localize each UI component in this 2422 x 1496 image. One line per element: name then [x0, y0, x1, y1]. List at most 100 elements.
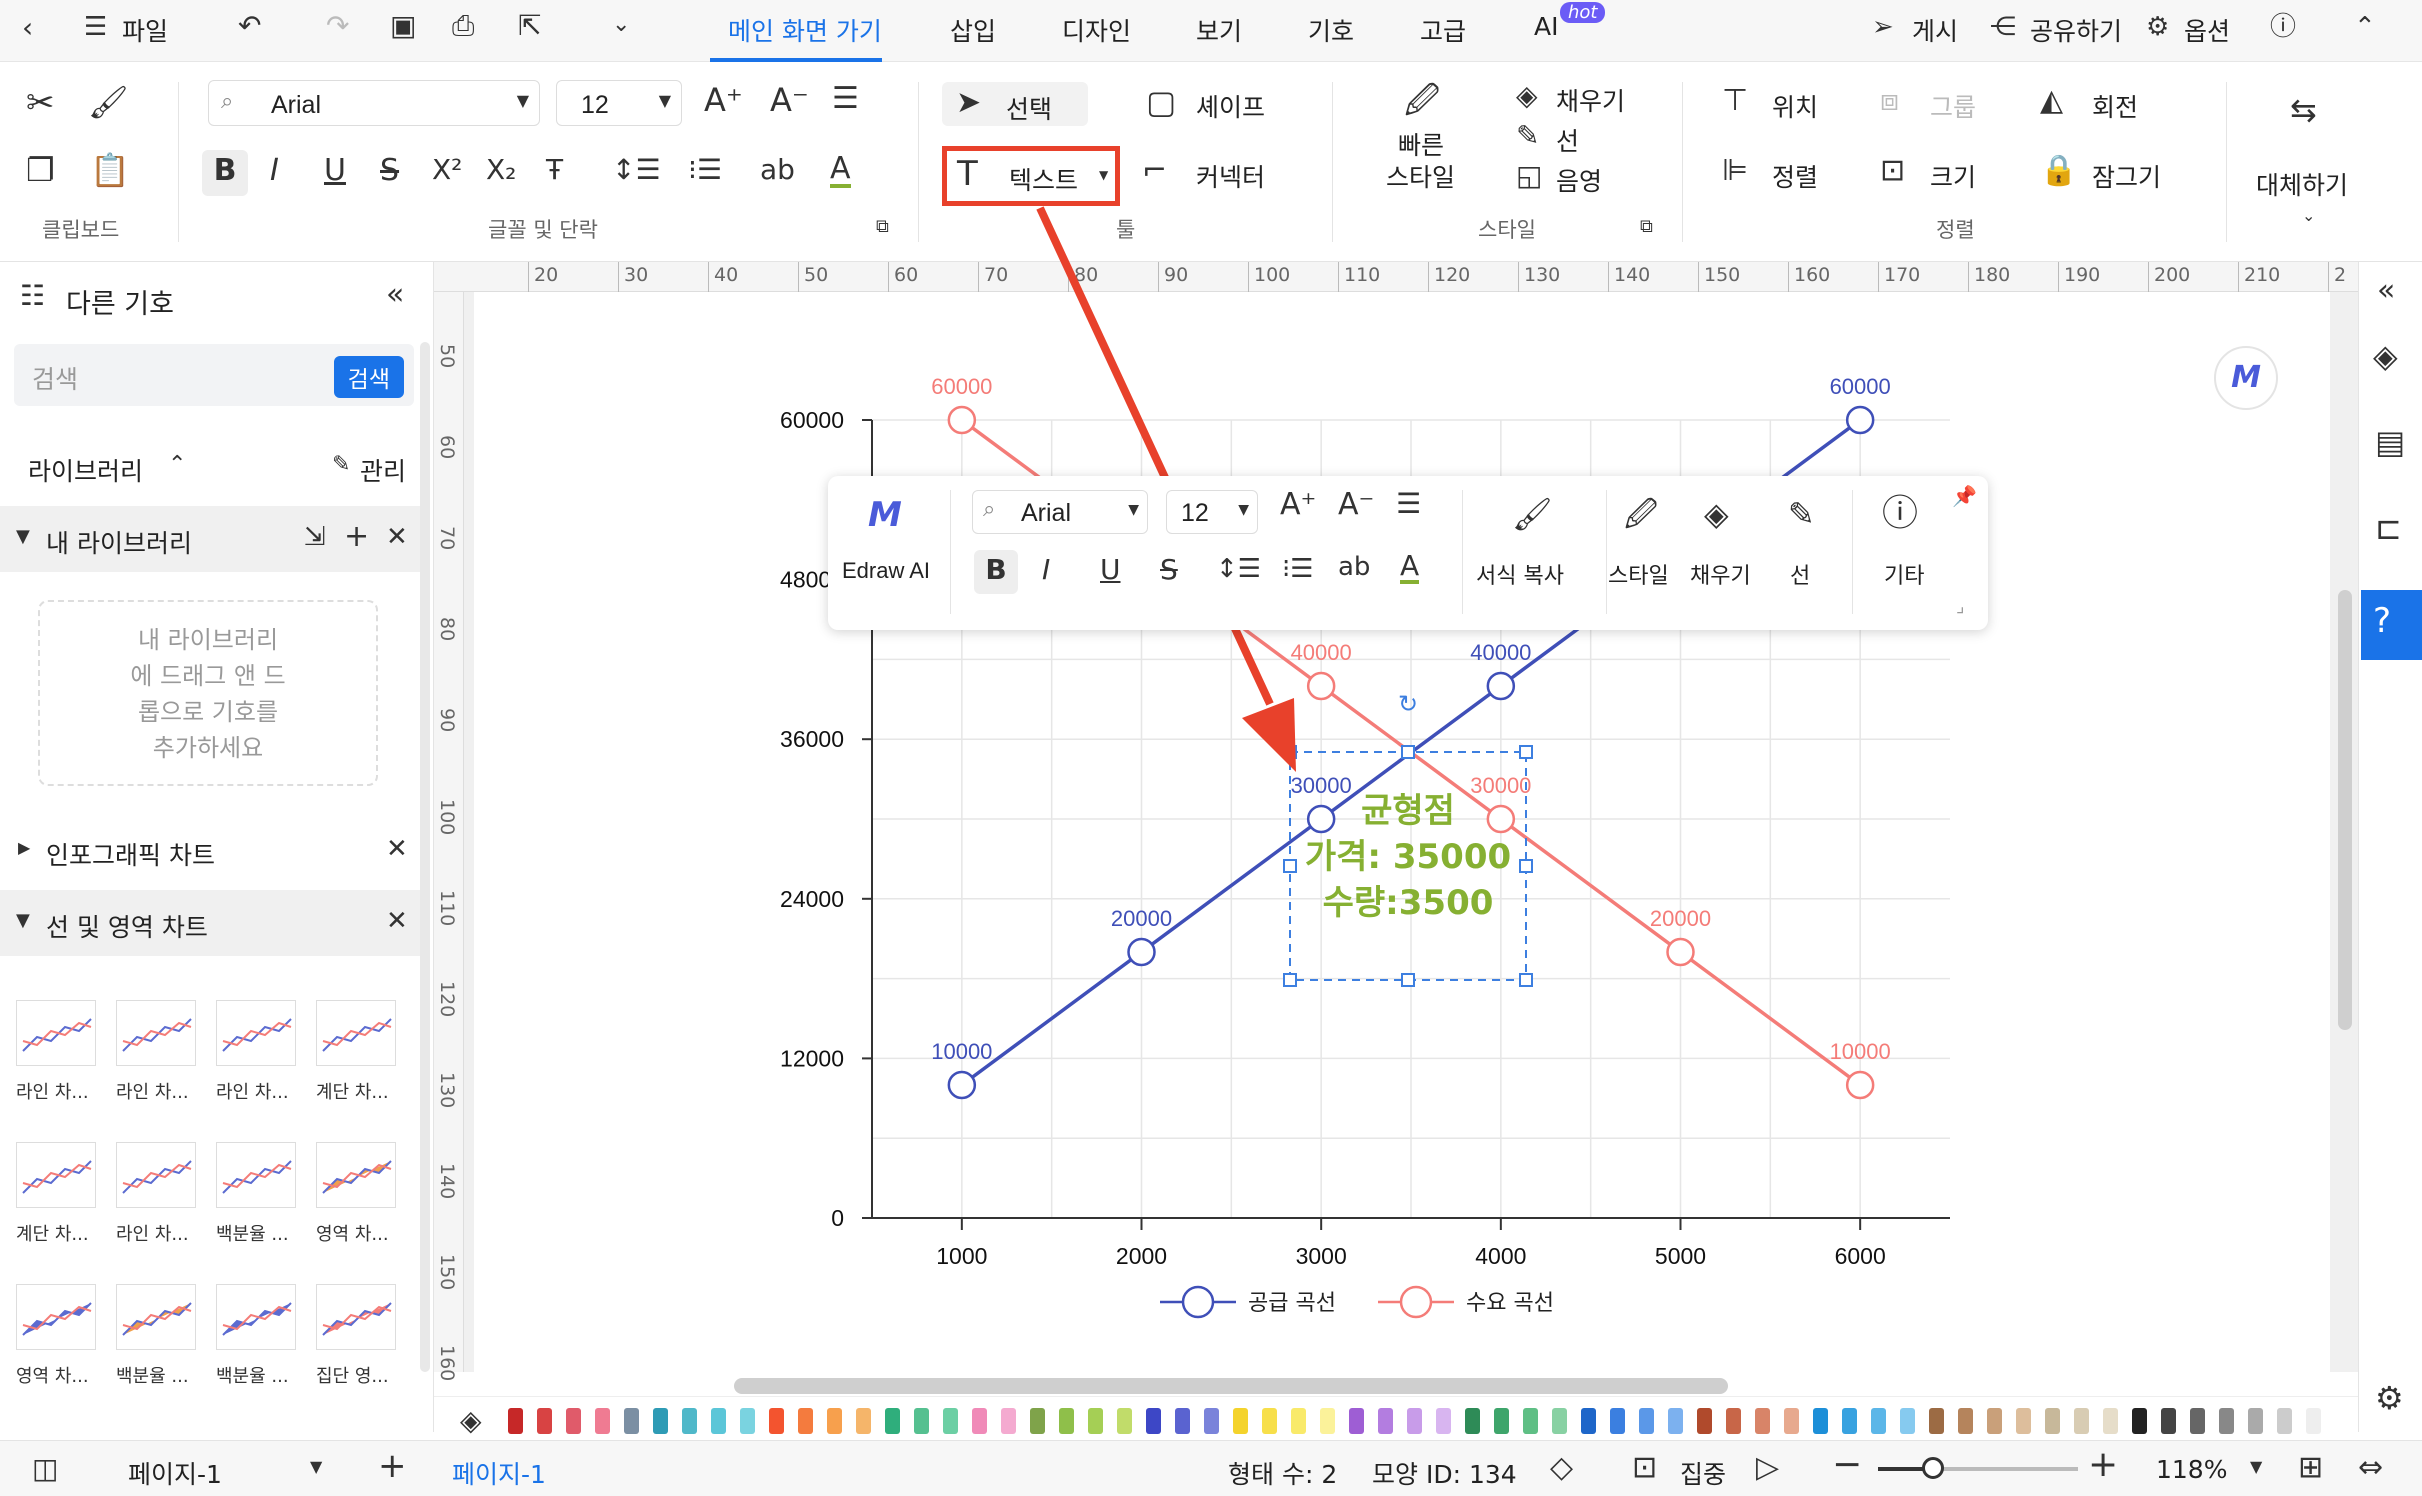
color-swatch[interactable]: [624, 1408, 639, 1434]
color-swatch[interactable]: [1117, 1408, 1132, 1434]
color-swatch[interactable]: [1987, 1408, 2002, 1434]
color-swatch[interactable]: [856, 1408, 871, 1434]
color-swatch[interactable]: [1755, 1408, 1770, 1434]
color-swatch[interactable]: [1204, 1408, 1219, 1434]
color-swatch[interactable]: [2219, 1408, 2234, 1434]
color-swatch[interactable]: [1697, 1408, 1712, 1434]
chevron-down-icon[interactable]: ▼: [310, 1459, 322, 1475]
bullet-list-icon[interactable]: ⁝☰: [1282, 556, 1314, 582]
color-swatch[interactable]: [1929, 1408, 1944, 1434]
color-swatch[interactable]: [682, 1408, 697, 1434]
ft-line[interactable]: 선: [1790, 558, 1810, 590]
vertical-scrollbar[interactable]: [2338, 590, 2352, 1030]
decrease-font-icon[interactable]: A⁻: [1338, 490, 1374, 520]
color-swatch[interactable]: [1871, 1408, 1886, 1434]
chart-thumbnail[interactable]: [116, 1142, 196, 1208]
presentation-icon[interactable]: ⊏: [2375, 512, 2402, 544]
increase-font-icon[interactable]: A⁺: [1280, 490, 1316, 520]
ft-size-select[interactable]: 12 ▼: [1166, 490, 1258, 534]
color-swatch[interactable]: [2248, 1408, 2263, 1434]
color-swatch[interactable]: [1349, 1408, 1364, 1434]
fit-icon[interactable]: ⊡: [1632, 1453, 1657, 1483]
color-swatch[interactable]: [1088, 1408, 1103, 1434]
color-swatch[interactable]: [1465, 1408, 1480, 1434]
ft-style[interactable]: 스타일: [1608, 558, 1669, 590]
chart-thumbnail[interactable]: [16, 1142, 96, 1208]
focus-button[interactable]: 집중: [1680, 1455, 1726, 1491]
color-swatch[interactable]: [1552, 1408, 1567, 1434]
play-icon[interactable]: ▷: [1756, 1453, 1779, 1483]
font-color-icon[interactable]: A: [1400, 552, 1420, 584]
add-page-icon[interactable]: +: [378, 1449, 407, 1483]
textbox-line2[interactable]: 가격: 35000: [1305, 837, 1511, 877]
chevron-down-icon[interactable]: ▼: [2250, 1459, 2262, 1475]
color-swatch[interactable]: [1001, 1408, 1016, 1434]
color-swatch[interactable]: [1233, 1408, 1248, 1434]
chart-thumbnail[interactable]: [116, 1000, 196, 1066]
color-swatch[interactable]: [537, 1408, 552, 1434]
chart-thumbnail[interactable]: [216, 1284, 296, 1350]
chart-thumbnail[interactable]: [316, 1000, 396, 1066]
color-swatch[interactable]: [1958, 1408, 1973, 1434]
align-icon[interactable]: ☰: [1396, 490, 1421, 518]
color-swatch[interactable]: [827, 1408, 842, 1434]
underline-icon[interactable]: U: [1100, 556, 1121, 584]
color-swatch[interactable]: [2103, 1408, 2118, 1434]
ft-font-select[interactable]: ⌕ Arial ▼: [972, 490, 1148, 534]
text-highlight-icon[interactable]: ab: [1338, 554, 1370, 580]
color-swatch[interactable]: [653, 1408, 668, 1434]
pin-icon[interactable]: 📌: [1952, 486, 1977, 506]
color-swatch[interactable]: [2190, 1408, 2205, 1434]
page-layout-icon[interactable]: ◫: [32, 1455, 58, 1483]
ft-fill[interactable]: 채우기: [1690, 558, 1751, 590]
settings-icon[interactable]: ⚙: [2375, 1382, 2404, 1414]
chart-thumbnail[interactable]: [16, 1284, 96, 1350]
textbox-line1[interactable]: 균형점: [1361, 791, 1455, 831]
expand-panel-icon[interactable]: «: [2377, 276, 2395, 306]
zoom-level[interactable]: 118%: [2156, 1455, 2227, 1484]
fit-page-icon[interactable]: ⊞: [2298, 1453, 2323, 1483]
chart-thumbnail[interactable]: [216, 1000, 296, 1066]
color-swatch[interactable]: [1523, 1408, 1538, 1434]
color-swatch[interactable]: [798, 1408, 813, 1434]
fill-picker-icon[interactable]: ◈: [460, 1407, 482, 1435]
more-icon[interactable]: ⓘ: [1882, 496, 1918, 532]
textbox-line3[interactable]: 수량:3500: [1323, 883, 1494, 923]
horizontal-scrollbar[interactable]: [734, 1378, 1728, 1394]
color-swatch[interactable]: [740, 1408, 755, 1434]
color-swatch[interactable]: [1842, 1408, 1857, 1434]
color-swatch[interactable]: [1900, 1408, 1915, 1434]
color-swatch[interactable]: [885, 1408, 900, 1434]
style-icon[interactable]: 🖉: [1624, 498, 1658, 530]
line-spacing-icon[interactable]: ↕☰: [1216, 556, 1261, 582]
color-swatch[interactable]: [2132, 1408, 2147, 1434]
ft-more[interactable]: 기타: [1884, 558, 1924, 590]
pen-icon[interactable]: ✎: [1788, 498, 1815, 530]
color-swatch[interactable]: [1436, 1408, 1451, 1434]
color-swatch[interactable]: [943, 1408, 958, 1434]
color-swatch[interactable]: [1320, 1408, 1335, 1434]
color-swatch[interactable]: [2016, 1408, 2031, 1434]
color-swatch[interactable]: [1581, 1408, 1596, 1434]
color-swatch[interactable]: [1291, 1408, 1306, 1434]
zoom-out-icon[interactable]: −: [1832, 1447, 1862, 1483]
color-swatch[interactable]: [1175, 1408, 1190, 1434]
paint-bucket-icon[interactable]: ◈: [2373, 340, 2398, 372]
help-panel-button[interactable]: ?: [2361, 590, 2422, 660]
color-swatch[interactable]: [1059, 1408, 1074, 1434]
color-swatch[interactable]: [711, 1408, 726, 1434]
zoom-slider[interactable]: [1878, 1457, 2078, 1479]
color-swatch[interactable]: [1407, 1408, 1422, 1434]
color-swatch[interactable]: [2074, 1408, 2089, 1434]
edraw-ai-icon[interactable]: M: [868, 498, 902, 532]
color-swatch[interactable]: [769, 1408, 784, 1434]
color-swatch[interactable]: [1146, 1408, 1161, 1434]
strikethrough-icon[interactable]: S: [1160, 556, 1178, 584]
color-swatch[interactable]: [508, 1408, 523, 1434]
color-swatch[interactable]: [1784, 1408, 1799, 1434]
layers-icon[interactable]: ◇: [1550, 1453, 1573, 1483]
color-swatch[interactable]: [914, 1408, 929, 1434]
page-icon[interactable]: ▤: [2375, 426, 2405, 458]
color-swatch[interactable]: [1668, 1408, 1683, 1434]
color-swatch[interactable]: [2277, 1408, 2292, 1434]
